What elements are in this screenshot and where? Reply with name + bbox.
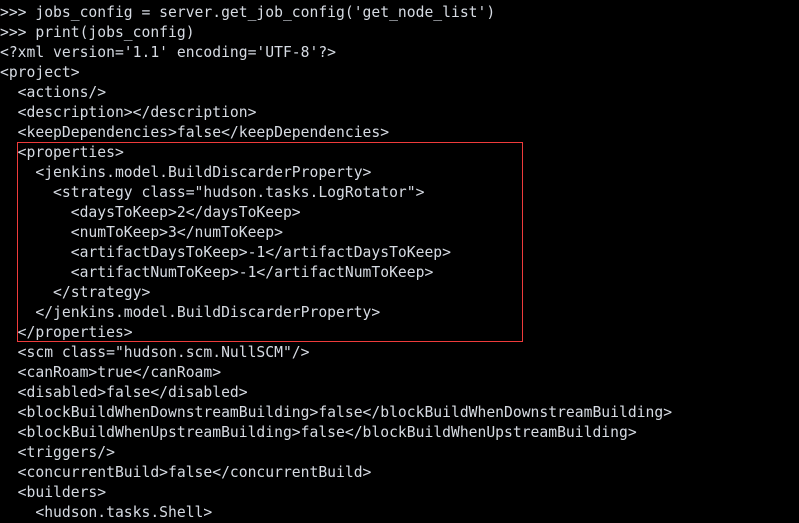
console-line: <disabled>false</disabled> [0, 384, 248, 401]
console-line: <blockBuildWhenUpstreamBuilding>false</b… [0, 424, 637, 441]
console-line: <builders> [0, 484, 107, 501]
console-line: <daysToKeep>2</daysToKeep> [0, 204, 301, 221]
console-line: <description></description> [0, 104, 257, 121]
console-line: >>> jobs_config = server.get_job_config(… [0, 4, 496, 21]
console-line: <project> [0, 64, 80, 81]
console-line: <hudson.tasks.Shell> [0, 504, 213, 521]
console-line: <keepDependencies>false</keepDependencie… [0, 124, 390, 141]
console-line: <strategy class="hudson.tasks.LogRotator… [0, 184, 425, 201]
console-line: >>> print(jobs_config) [0, 24, 195, 41]
console-line: <scm class="hudson.scm.NullSCM"/> [0, 344, 310, 361]
console-line: </jenkins.model.BuildDiscarderProperty> [0, 304, 381, 321]
console-line: <properties> [0, 144, 124, 161]
console-line: <jenkins.model.BuildDiscarderProperty> [0, 164, 372, 181]
console-line: </strategy> [0, 284, 151, 301]
console-line: <canRoam>true</canRoam> [0, 364, 222, 381]
console-line: <?xml version='1.1' encoding='UTF-8'?> [0, 44, 337, 61]
console-line: </properties> [0, 324, 133, 341]
terminal-window[interactable]: >>> jobs_config = server.get_job_config(… [0, 0, 799, 523]
console-line: <triggers/> [0, 444, 115, 461]
console-line: <artifactDaysToKeep>-1</artifactDaysToKe… [0, 244, 451, 261]
console-line: <artifactNumToKeep>-1</artifactNumToKeep… [0, 264, 434, 281]
console-line: <concurrentBuild>false</concurrentBuild> [0, 464, 372, 481]
console-line: <blockBuildWhenDownstreamBuilding>false<… [0, 404, 673, 421]
console-line: <actions/> [0, 84, 107, 101]
console-output: >>> jobs_config = server.get_job_config(… [0, 3, 799, 523]
console-line: <numToKeep>3</numToKeep> [0, 224, 283, 241]
